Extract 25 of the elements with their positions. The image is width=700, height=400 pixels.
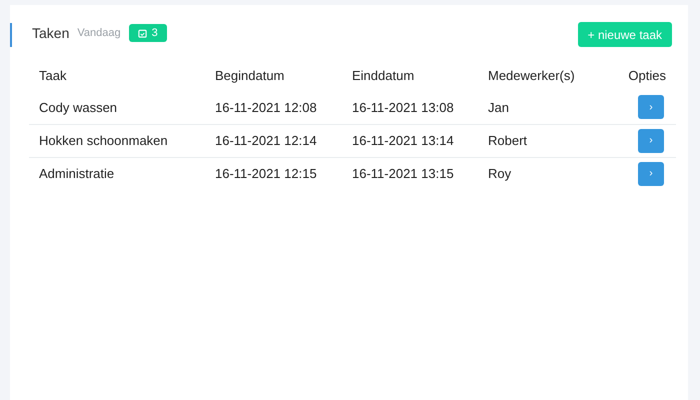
table-cell: 16-11-2021 13:14 — [352, 132, 454, 148]
table-cell: 16-11-2021 12:08 — [215, 100, 317, 114]
table-cell: 16-11-2021 12:15 — [215, 166, 317, 181]
open-button[interactable]: › — [638, 162, 664, 186]
count-badge: 3 — [128, 24, 167, 42]
table-cell: Jan — [488, 100, 509, 114]
column-header: Taak — [39, 68, 66, 84]
table-cell: Hokken schoonmaken — [39, 132, 168, 148]
table-cell: Roy — [488, 166, 512, 181]
date-label: Vandaag — [77, 26, 121, 41]
open-button[interactable]: › — [638, 128, 664, 152]
table-cell: 16-11-2021 12:14 — [215, 132, 317, 148]
table-cell: 16-11-2021 13:15 — [352, 166, 454, 181]
section-title: Taken — [32, 24, 70, 42]
table-cell: Administratie — [39, 166, 114, 181]
column-header: Opties — [628, 68, 666, 84]
table-cell: Cody wassen — [39, 100, 118, 114]
table-cell: Robert — [488, 132, 528, 148]
column-header: Medewerker(s) — [488, 68, 575, 84]
table-cell: 16-11-2021 13:08 — [352, 100, 454, 114]
new-task-button[interactable]: + nieuwe taak — [578, 22, 672, 47]
column-header: Begindatum — [215, 68, 284, 84]
column-header: Einddatum — [352, 68, 414, 84]
open-button[interactable]: › — [638, 95, 664, 120]
calendar-check-icon — [138, 28, 147, 38]
